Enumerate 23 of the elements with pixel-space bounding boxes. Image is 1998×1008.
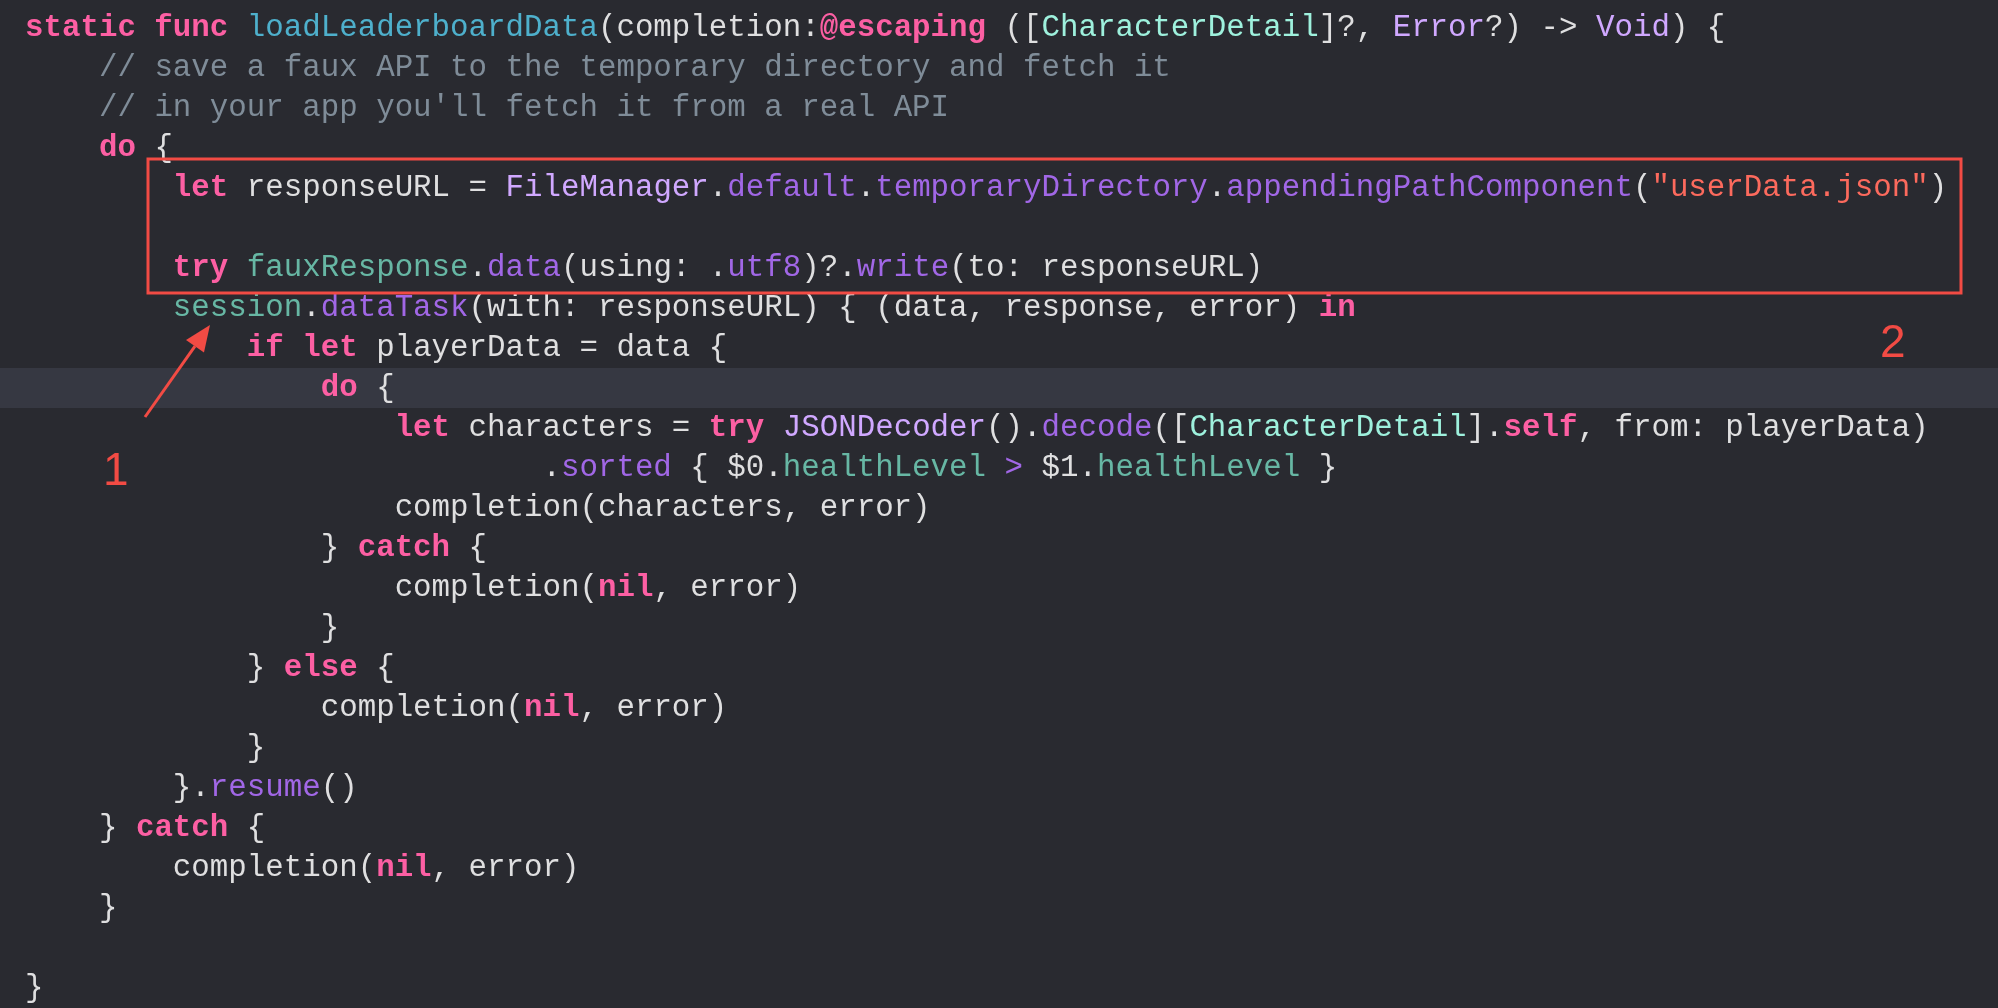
code-line: do {: [320, 369, 395, 407]
code-line: } else {: [246, 649, 395, 687]
code-line: // save a faux API to the temporary directory and fetch it: [98, 49, 1171, 87]
code-line: }: [246, 729, 266, 767]
code-line: }: [320, 609, 340, 647]
code-line: }: [25, 969, 44, 1007]
code-line: } catch {: [98, 809, 266, 847]
callout-number: 1: [103, 446, 129, 492]
code-line: }: [98, 889, 118, 927]
code-line: let responseURL = FileManager.default.temporaryDirectory.appendingPathComponent("userData.json"): [172, 169, 1948, 207]
code-line: let characters = try JSONDecoder().decode([CharacterDetail].self, from: playerData): [394, 409, 1929, 447]
code-line: // in your app you'll fetch it from a real API: [98, 89, 950, 127]
code-line: if let playerData = data {: [246, 329, 728, 367]
code-line: } catch {: [320, 529, 488, 567]
code-line: completion(nil, error): [172, 849, 580, 887]
code-line: .sorted { $0.healthLevel > $1.healthLevel }: [542, 449, 1338, 487]
callout-number: 2: [1880, 318, 1906, 364]
code-line: completion(nil, error): [320, 689, 728, 727]
code-line: static func loadLeaderboardData(completion:@escaping ([CharacterDetail]?, Error?) -> Void) {: [25, 9, 1726, 47]
code-line: completion(nil, error): [394, 569, 802, 607]
code-line: }.resume(): [172, 769, 358, 807]
code-line: try fauxResponse.data(using: .utf8)?.write(to: responseURL): [172, 249, 1264, 287]
code-line: completion(characters, error): [394, 489, 931, 527]
